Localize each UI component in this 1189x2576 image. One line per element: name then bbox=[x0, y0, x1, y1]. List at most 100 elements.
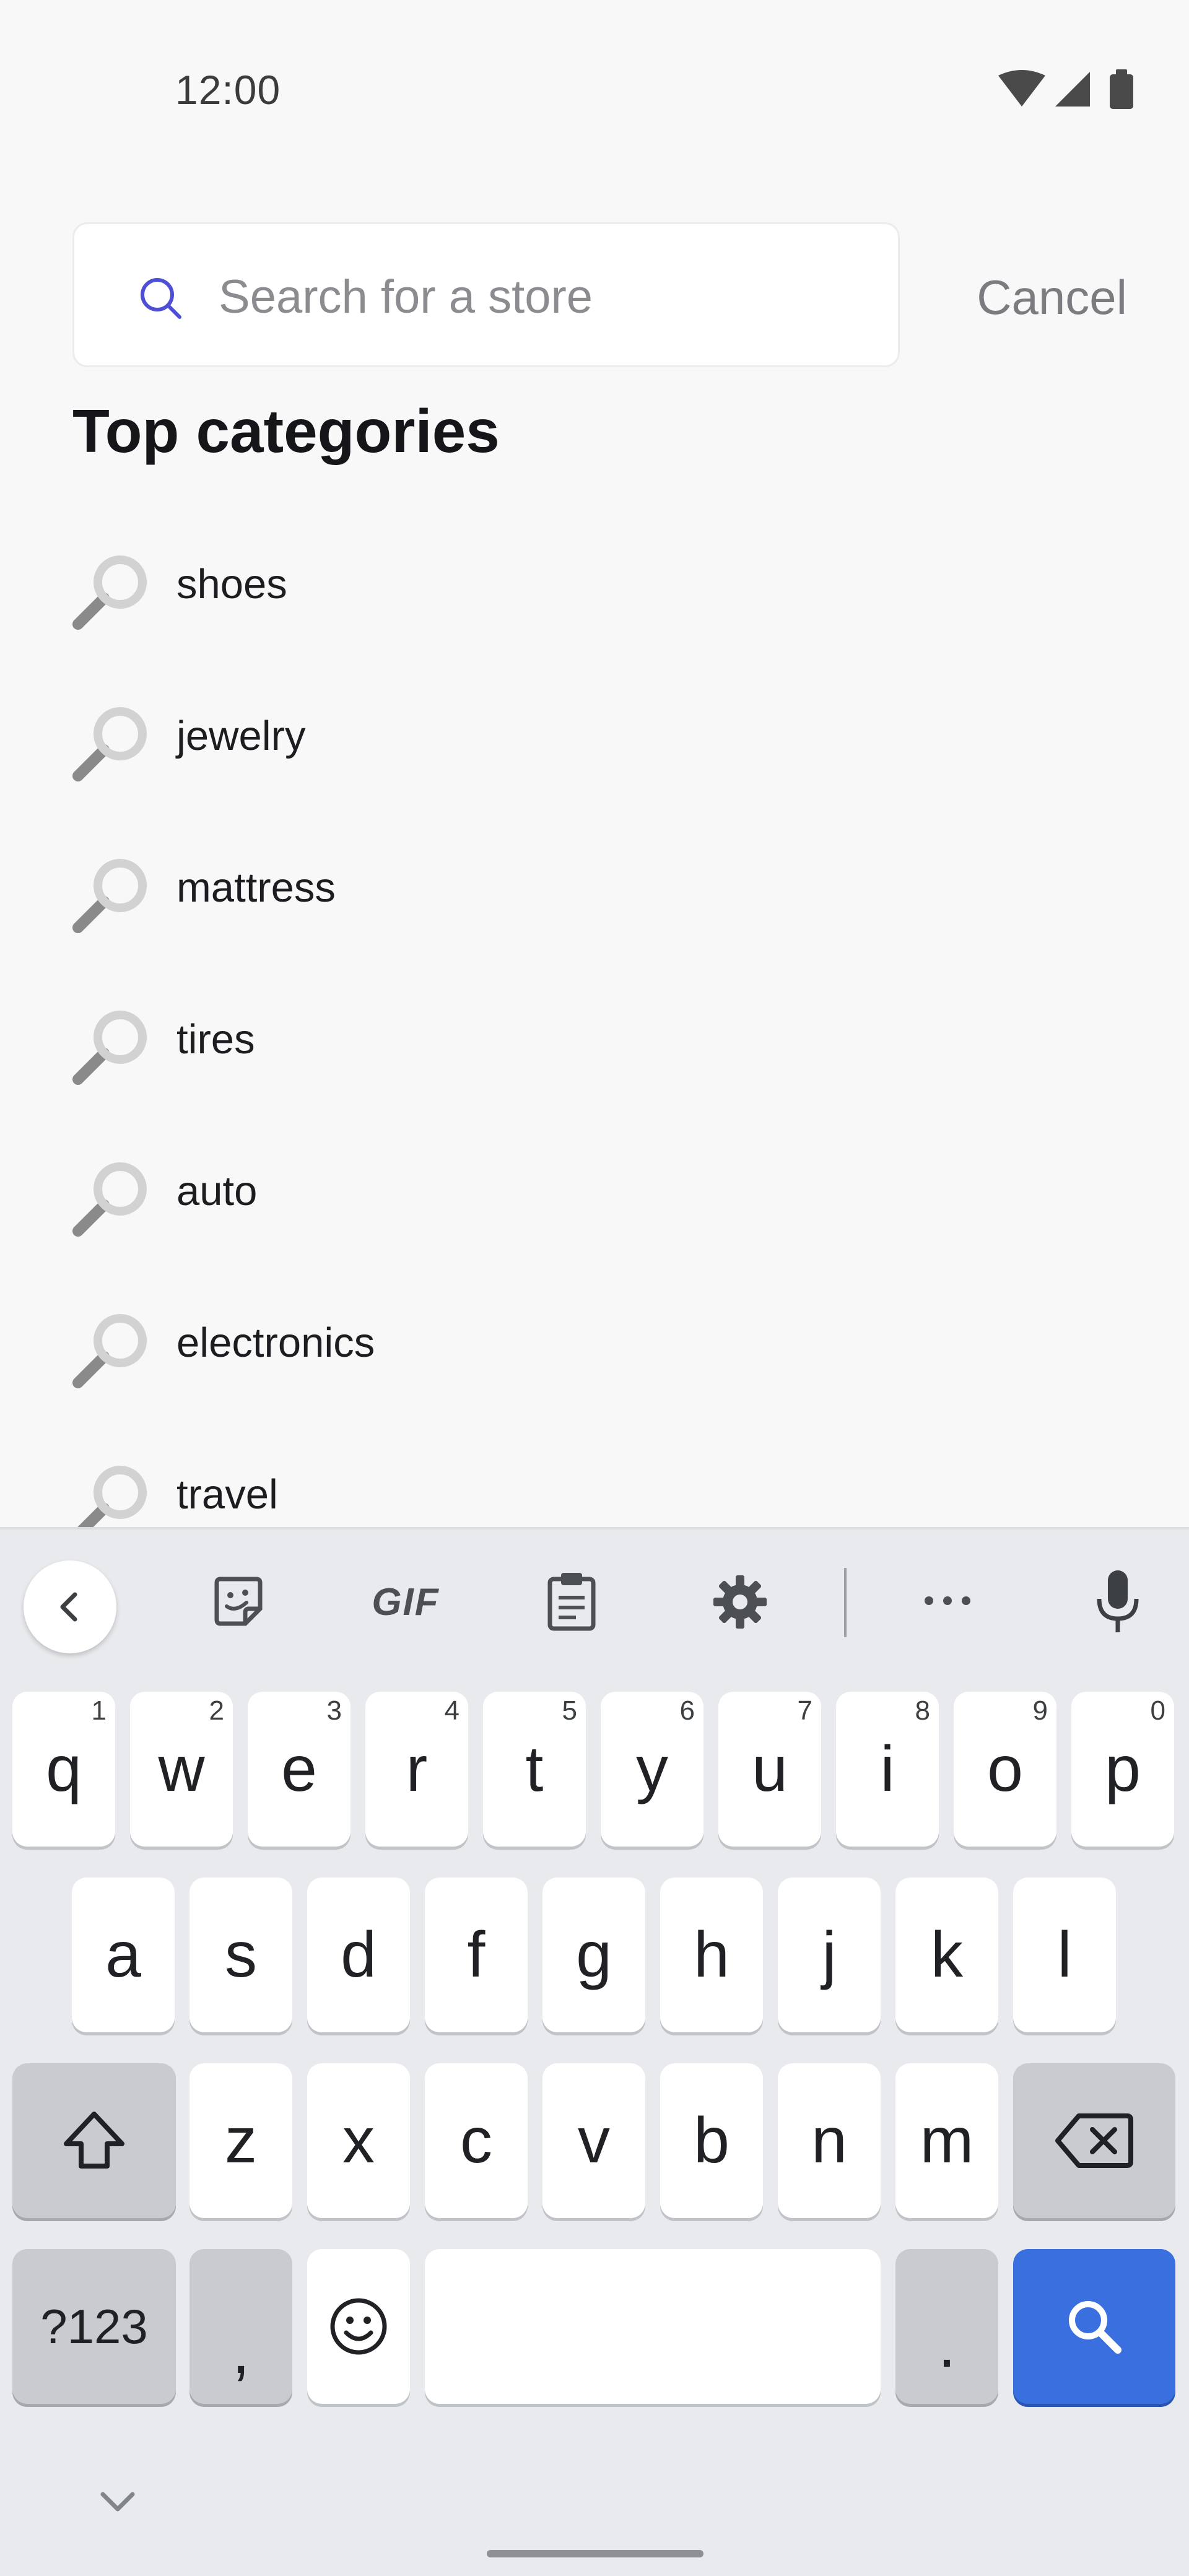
category-item-travel[interactable]: travel bbox=[0, 1443, 1189, 1530]
key-a[interactable]: a bbox=[72, 1878, 175, 2032]
category-item-auto[interactable]: auto bbox=[0, 1139, 1189, 1291]
key-hint: 5 bbox=[562, 1695, 577, 1726]
key-c[interactable]: c bbox=[425, 2063, 528, 2218]
gif-button[interactable]: GIF bbox=[359, 1568, 452, 1636]
category-label: jewelry bbox=[176, 713, 306, 759]
microphone-icon bbox=[1097, 1570, 1139, 1632]
key-label: b bbox=[694, 2104, 730, 2177]
category-item-shoes[interactable]: shoes bbox=[0, 533, 1189, 684]
key-h[interactable]: h bbox=[660, 1878, 763, 2032]
key-label: h bbox=[694, 1918, 730, 1991]
shift-key[interactable] bbox=[12, 2063, 176, 2218]
key-label: m bbox=[920, 2104, 974, 2177]
key-o[interactable]: 9o bbox=[954, 1692, 1056, 1847]
key-e[interactable]: 3e bbox=[248, 1692, 351, 1847]
key-i[interactable]: 8i bbox=[836, 1692, 939, 1847]
key-label: r bbox=[406, 1733, 428, 1805]
key-n[interactable]: n bbox=[778, 2063, 881, 2218]
toolbar-divider bbox=[844, 1568, 847, 1637]
key-label: q bbox=[46, 1733, 82, 1805]
category-label: tires bbox=[176, 1016, 255, 1063]
key-s[interactable]: s bbox=[189, 1878, 292, 2032]
keyboard-back-button[interactable] bbox=[24, 1560, 116, 1653]
sticker-icon bbox=[214, 1577, 263, 1626]
key-label: t bbox=[525, 1733, 544, 1805]
more-button[interactable] bbox=[917, 1579, 978, 1622]
comma-key[interactable]: , bbox=[189, 2249, 292, 2404]
backspace-icon bbox=[1055, 2113, 1133, 2168]
key-j[interactable]: j bbox=[778, 1878, 881, 2032]
category-label: auto bbox=[176, 1168, 258, 1214]
cellular-icon bbox=[1055, 72, 1090, 107]
key-label: c bbox=[460, 2104, 492, 2177]
key-label: f bbox=[467, 1918, 486, 1991]
category-item-electronics[interactable]: electronics bbox=[0, 1291, 1189, 1443]
cancel-button[interactable]: Cancel bbox=[966, 260, 1127, 334]
search-input[interactable] bbox=[219, 256, 875, 337]
key-q[interactable]: 1q bbox=[12, 1692, 115, 1847]
search-icon bbox=[1069, 2301, 1121, 2354]
key-label: o bbox=[987, 1733, 1023, 1805]
key-label: e bbox=[281, 1733, 317, 1805]
key-t[interactable]: 5t bbox=[483, 1692, 586, 1847]
key-label: v bbox=[578, 2104, 610, 2177]
key-label: w bbox=[158, 1733, 205, 1805]
emoji-key[interactable] bbox=[307, 2249, 410, 2404]
symbols-key[interactable]: ?123 bbox=[12, 2249, 176, 2404]
more-icon bbox=[925, 1596, 970, 1605]
key-hint: 0 bbox=[1150, 1695, 1165, 1726]
magnifier-icon bbox=[72, 1011, 147, 1085]
key-v[interactable]: v bbox=[542, 2063, 645, 2218]
key-hint: 4 bbox=[444, 1695, 459, 1726]
category-item-tires[interactable]: tires bbox=[0, 988, 1189, 1139]
key-label: g bbox=[576, 1918, 612, 1991]
key-label: ?123 bbox=[40, 2299, 148, 2354]
voice-input-button[interactable] bbox=[1084, 1562, 1152, 1642]
chevron-down-icon[interactable] bbox=[93, 2483, 142, 2520]
key-hint: 3 bbox=[326, 1695, 342, 1726]
status-bar: 12:00 bbox=[0, 0, 1189, 186]
wifi-icon bbox=[998, 70, 1045, 107]
key-label: n bbox=[811, 2104, 847, 2177]
keyboard-toolbar: GIF bbox=[0, 1530, 1189, 1672]
key-f[interactable]: f bbox=[425, 1878, 528, 2032]
key-label: a bbox=[105, 1918, 141, 1991]
key-m[interactable]: m bbox=[895, 2063, 998, 2218]
key-hint: 8 bbox=[915, 1695, 930, 1726]
backspace-key[interactable] bbox=[1013, 2063, 1175, 2218]
category-label: shoes bbox=[176, 561, 287, 607]
gear-icon bbox=[713, 1575, 767, 1629]
key-r[interactable]: 4r bbox=[365, 1692, 468, 1847]
search-box[interactable] bbox=[72, 222, 900, 367]
key-label: z bbox=[225, 2104, 257, 2177]
space-key[interactable] bbox=[425, 2249, 881, 2404]
key-k[interactable]: k bbox=[895, 1878, 998, 2032]
key-b[interactable]: b bbox=[660, 2063, 763, 2218]
battery-icon bbox=[1110, 69, 1133, 109]
search-key[interactable] bbox=[1013, 2249, 1175, 2404]
sticker-button[interactable] bbox=[204, 1568, 272, 1636]
key-label: d bbox=[341, 1918, 377, 1991]
key-p[interactable]: 0p bbox=[1071, 1692, 1174, 1847]
key-hint: 6 bbox=[679, 1695, 695, 1726]
key-d[interactable]: d bbox=[307, 1878, 410, 2032]
gif-icon: GIF bbox=[372, 1580, 440, 1624]
key-z[interactable]: z bbox=[189, 2063, 292, 2218]
settings-button[interactable] bbox=[706, 1568, 774, 1636]
magnifier-icon bbox=[72, 859, 147, 933]
category-item-jewelry[interactable]: jewelry bbox=[0, 684, 1189, 836]
category-item-mattress[interactable]: mattress bbox=[0, 836, 1189, 988]
key-u[interactable]: 7u bbox=[718, 1692, 821, 1847]
key-w[interactable]: 2w bbox=[130, 1692, 233, 1847]
key-label: u bbox=[752, 1733, 788, 1805]
key-x[interactable]: x bbox=[307, 2063, 410, 2218]
clipboard-button[interactable] bbox=[538, 1565, 606, 1637]
magnifier-icon bbox=[72, 707, 147, 781]
key-l[interactable]: l bbox=[1013, 1878, 1116, 2032]
period-key[interactable]: . bbox=[895, 2249, 998, 2404]
search-icon bbox=[141, 278, 181, 319]
key-label: , bbox=[232, 2315, 250, 2387]
key-g[interactable]: g bbox=[542, 1878, 645, 2032]
key-y[interactable]: 6y bbox=[601, 1692, 703, 1847]
key-label: s bbox=[225, 1918, 257, 1991]
